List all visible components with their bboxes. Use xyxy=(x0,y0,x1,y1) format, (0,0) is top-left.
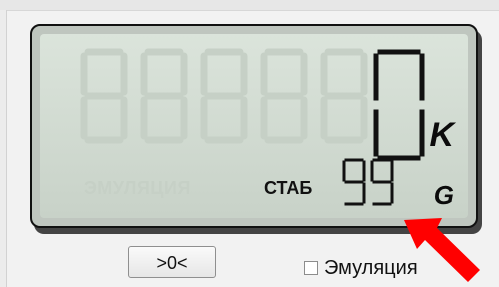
red-arrow-icon xyxy=(404,218,480,282)
stab-digit-2 xyxy=(370,158,394,206)
zero-button[interactable]: >0< xyxy=(128,246,216,278)
lcd-screen: ЭМУЛЯЦИЯ СТАБ K G xyxy=(40,34,468,218)
stab-digit-1 xyxy=(342,158,366,206)
ghost-digit-1 xyxy=(80,48,128,144)
main-value-digit-0 xyxy=(373,49,425,161)
ghost-digit-3 xyxy=(200,48,248,144)
emulation-checkbox[interactable] xyxy=(304,261,318,275)
stab-value-digits xyxy=(342,158,394,206)
ghost-digit-5 xyxy=(320,48,368,144)
lcd-display-panel: ЭМУЛЯЦИЯ СТАБ K G xyxy=(30,24,478,228)
emulation-ghost-label: ЭМУЛЯЦИЯ xyxy=(84,178,191,198)
stab-label: СТАБ xyxy=(264,178,313,198)
ghost-digit-2 xyxy=(140,48,188,144)
ghost-digit-4 xyxy=(260,48,308,144)
window-left-frame xyxy=(0,10,7,287)
main-unit-label: K xyxy=(429,116,454,154)
weighing-app-screen: ЭМУЛЯЦИЯ СТАБ K G >0< Эмуляция xyxy=(0,0,499,287)
window-top-frame xyxy=(0,0,499,11)
